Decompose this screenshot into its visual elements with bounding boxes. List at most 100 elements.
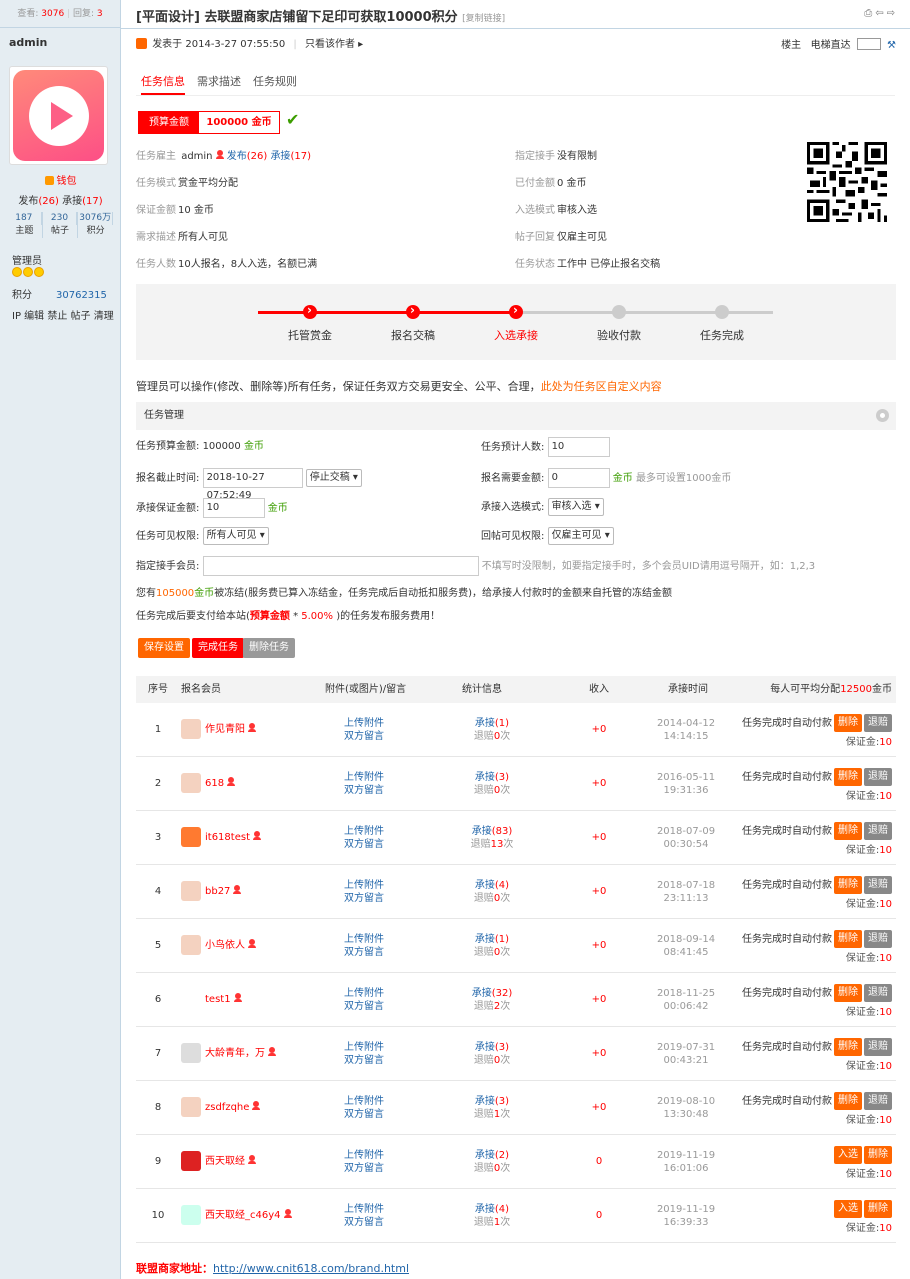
reply-visibility-select[interactable]: 仅雇主可见 (547, 527, 614, 545)
delete-button[interactable]: 删除 (834, 876, 862, 894)
upload-attachment-link[interactable]: 上传附件 (344, 1203, 384, 1216)
only-author-link[interactable]: 只看该作者 (305, 39, 355, 50)
member-avatar[interactable] (181, 719, 201, 739)
step-payment: 验收付款 (597, 329, 641, 342)
member-avatar[interactable] (181, 1043, 201, 1063)
auto-pay-label: 任务完成时自动付款 (742, 772, 832, 783)
member-avatar[interactable] (181, 935, 201, 955)
notice-link[interactable]: 此处为任务区自定义内容 (541, 380, 662, 393)
prev-icon[interactable]: ⇦ (875, 8, 886, 19)
thread-title: [平面设计] 去联盟商家店铺留下足印可获取10000积分 [复制链接] (136, 10, 506, 25)
author-name[interactable]: admin (0, 28, 120, 58)
refund-button[interactable]: 退赔 (864, 1038, 892, 1056)
upload-attachment-link[interactable]: 上传附件 (344, 825, 384, 838)
delete-button[interactable]: 删除 (864, 1146, 892, 1164)
merchant-link[interactable]: http://www.cnit618.com/brand.html (213, 1262, 409, 1275)
member-avatar[interactable] (181, 1205, 201, 1225)
people-input[interactable]: 10 (547, 437, 610, 457)
upload-attachment-link[interactable]: 上传附件 (344, 879, 384, 892)
upload-attachment-link[interactable]: 上传附件 (344, 1095, 384, 1108)
threads-count[interactable]: 187 主题 (7, 212, 43, 238)
leave-message-link[interactable]: 双方留言 (344, 946, 384, 959)
select-button[interactable]: 入选 (834, 1146, 862, 1164)
delete-button[interactable]: 删除 (834, 822, 862, 840)
member-avatar[interactable] (181, 1097, 201, 1117)
refund-button[interactable]: 退赔 (864, 930, 892, 948)
member-link[interactable]: 618 (205, 777, 236, 790)
upload-attachment-link[interactable]: 上传附件 (344, 1041, 384, 1054)
delete-button[interactable]: 删除 (834, 930, 862, 948)
visibility-select[interactable]: 所有人可见 (202, 527, 269, 545)
print-icon[interactable]: ⎙ (864, 8, 875, 19)
assign-input[interactable] (202, 556, 479, 576)
delete-button[interactable]: 删除 (834, 1038, 862, 1056)
member-link[interactable]: it618test (205, 831, 261, 844)
member-link[interactable]: 西天取经_c46y4 (205, 1209, 292, 1222)
replies-count: 3 (96, 9, 103, 19)
author-avatar[interactable] (9, 66, 108, 165)
refund-button[interactable]: 退赔 (864, 768, 892, 786)
member-avatar[interactable] (181, 827, 201, 847)
info-visibility: 需求描述 所有人可见 (136, 232, 228, 243)
select-mode-select[interactable]: 审核入选 (547, 498, 604, 516)
next-icon[interactable]: ⇨ (887, 8, 898, 19)
wrench-icon[interactable]: ⚒ (887, 40, 896, 51)
member-link[interactable]: 小鸟依人 (205, 939, 256, 952)
info-mode: 任务模式 赏金平均分配 (136, 178, 238, 189)
delete-button[interactable]: 删除 (834, 1092, 862, 1110)
leave-message-link[interactable]: 双方留言 (344, 1000, 384, 1013)
member-link[interactable]: zsdfzqhe (205, 1101, 261, 1114)
leave-message-link[interactable]: 双方留言 (344, 838, 384, 851)
upload-attachment-link[interactable]: 上传附件 (344, 717, 384, 730)
member-link[interactable]: test1 (205, 993, 242, 1006)
delete-button[interactable]: 删除 (834, 714, 862, 732)
tab-task-info[interactable]: 任务信息 (141, 73, 185, 95)
member-link[interactable]: 西天取经 (205, 1155, 256, 1168)
upload-attachment-link[interactable]: 上传附件 (344, 987, 384, 1000)
tab-requirements[interactable]: 需求描述 (197, 73, 241, 95)
refund-button[interactable]: 退赔 (864, 714, 892, 732)
finish-task-button[interactable]: 完成任务 (192, 638, 244, 658)
fee-input[interactable]: 0 (547, 468, 610, 488)
refund-button[interactable]: 退赔 (864, 984, 892, 1002)
delete-button[interactable]: 删除 (834, 768, 862, 786)
member-link[interactable]: 作见青阳 (205, 723, 256, 736)
collapse-icon[interactable] (876, 409, 889, 422)
member-avatar[interactable] (181, 989, 201, 1009)
leave-message-link[interactable]: 双方留言 (344, 1162, 384, 1175)
member-avatar[interactable] (181, 1151, 201, 1171)
select-button[interactable]: 入选 (834, 1200, 862, 1218)
refund-button[interactable]: 退赔 (864, 876, 892, 894)
admin-tools[interactable]: IP 编辑 禁止 帖子 清理 (12, 307, 114, 322)
author-role: 管理员 (12, 256, 42, 267)
lift-input[interactable] (856, 38, 881, 50)
upload-attachment-link[interactable]: 上传附件 (344, 771, 384, 784)
deadline-input[interactable]: 2018-10-27 07:52:49 (202, 468, 303, 501)
upload-attachment-link[interactable]: 上传附件 (344, 933, 384, 946)
upload-attachment-link[interactable]: 上传附件 (344, 1149, 384, 1162)
member-link[interactable]: 大龄青年，万 (205, 1047, 276, 1060)
refund-button[interactable]: 退赔 (864, 822, 892, 840)
posts-count[interactable]: 230 帖子 (43, 212, 79, 238)
leave-message-link[interactable]: 双方留言 (344, 1054, 384, 1067)
member-link[interactable]: bb27 (205, 885, 242, 898)
refund-button[interactable]: 退赔 (864, 1092, 892, 1110)
wallet-link[interactable]: 钱包 (0, 172, 121, 187)
leave-message-link[interactable]: 双方留言 (344, 892, 384, 905)
delete-task-button[interactable]: 删除任务 (243, 638, 295, 658)
tab-rules[interactable]: 任务规则 (253, 73, 297, 95)
leave-message-link[interactable]: 双方留言 (344, 784, 384, 797)
delete-button[interactable]: 删除 (864, 1200, 892, 1218)
deposit-input[interactable]: 10 (202, 498, 265, 518)
delete-button[interactable]: 删除 (834, 984, 862, 1002)
leave-message-link[interactable]: 双方留言 (344, 730, 384, 743)
deadline-select[interactable]: 停止交稿 (305, 469, 362, 487)
save-settings-button[interactable]: 保存设置 (138, 638, 190, 658)
member-avatar[interactable] (181, 773, 201, 793)
member-avatar[interactable] (181, 881, 201, 901)
credits-count[interactable]: 3076万 积分 (78, 212, 114, 238)
copy-link[interactable]: [复制链接] (462, 14, 505, 24)
leave-message-link[interactable]: 双方留言 (344, 1216, 384, 1229)
leave-message-link[interactable]: 双方留言 (344, 1108, 384, 1121)
row-number: 1 (154, 724, 162, 735)
